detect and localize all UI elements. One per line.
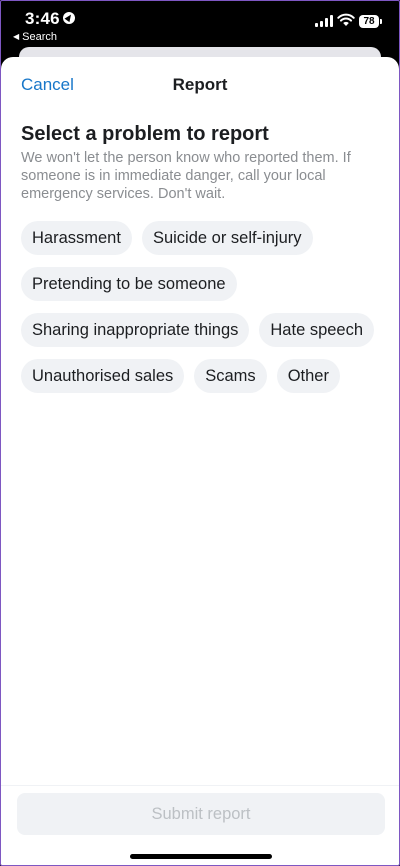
option-inappropriate-things[interactable]: Sharing inappropriate things <box>21 313 250 347</box>
option-suicide-self-injury[interactable]: Suicide or self-injury <box>141 221 313 255</box>
battery-icon: 78 <box>359 15 382 28</box>
report-sheet: Cancel Report Select a problem to report… <box>1 57 399 865</box>
sheet-title: Report <box>172 75 228 94</box>
home-indicator[interactable] <box>130 854 272 859</box>
problem-options: Harassment Suicide or self-injury Preten… <box>21 221 391 405</box>
status-time: 3:46 <box>25 9 60 28</box>
option-row: Pretending to be someone <box>21 267 391 301</box>
phone-screen: 3:46 ◀ Search 78 Cancel Report Select a p… <box>0 0 400 866</box>
option-unauthorised-sales[interactable]: Unauthorised sales <box>21 359 185 393</box>
location-arrow-icon <box>63 12 75 24</box>
option-hate-speech[interactable]: Hate speech <box>259 313 375 347</box>
submit-report-button[interactable]: Submit report <box>17 793 385 835</box>
report-description: We won't let the person know who reporte… <box>21 150 351 202</box>
back-triangle-icon: ◀ <box>13 32 20 41</box>
option-row: Sharing inappropriate things Hate speech <box>21 313 391 347</box>
wifi-icon <box>337 13 355 26</box>
option-scams[interactable]: Scams <box>194 359 267 393</box>
option-row: Unauthorised sales Scams Other <box>21 359 391 393</box>
back-to-search-link[interactable]: ◀ Search <box>13 31 57 43</box>
cellular-signal-icon <box>315 15 333 27</box>
option-row: Harassment Suicide or self-injury <box>21 221 391 255</box>
status-bar: 3:46 ◀ Search 78 <box>1 1 399 47</box>
option-harassment[interactable]: Harassment <box>21 221 132 255</box>
option-pretending[interactable]: Pretending to be someone <box>21 267 237 301</box>
option-other[interactable]: Other <box>276 359 340 393</box>
page-heading: Select a problem to report <box>21 123 269 145</box>
back-to-search-label: Search <box>22 31 58 43</box>
sheet-navbar: Cancel Report <box>1 57 399 111</box>
footer-divider <box>1 785 399 786</box>
